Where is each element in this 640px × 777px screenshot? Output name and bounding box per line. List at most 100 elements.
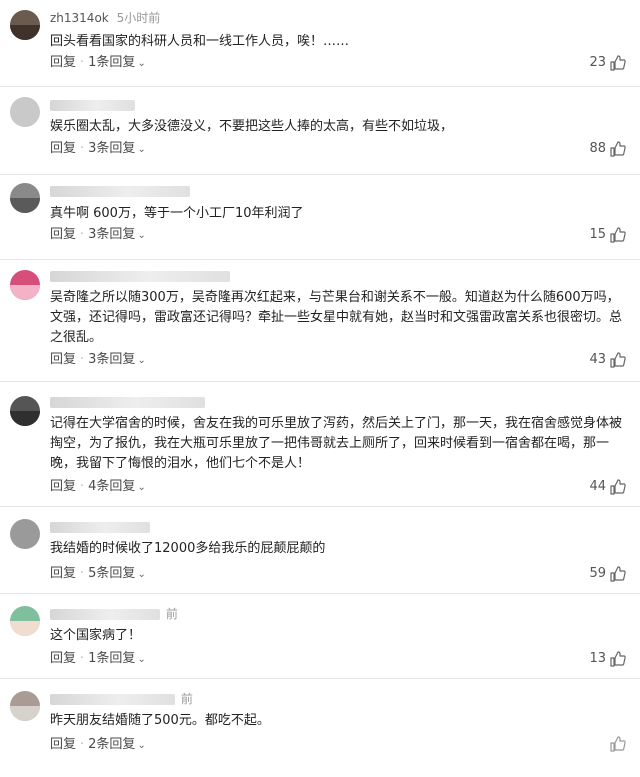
replies-count: 5条回复 (88, 566, 136, 581)
comment-text: 记得在大学宿舍的时候，舍友在我的可乐里放了泻药，然后关上了门，那一天，我在宿舍感… (50, 416, 623, 471)
user-avatar[interactable] (10, 691, 40, 721)
comment-time: 前 (180, 692, 193, 706)
comment-meta: 前 (50, 606, 178, 622)
comment-footer: 回复 · 4条回复 ⌄ 44 (50, 478, 626, 496)
replies-count: 1条回复 (88, 651, 136, 666)
replies-count: 1条回复 (88, 55, 136, 70)
comment-footer: 回复 · 3条回复 ⌄ 88 (50, 140, 626, 158)
like-button[interactable]: 43 (589, 351, 626, 369)
like-button[interactable]: 15 (589, 226, 626, 244)
chevron-down-icon: ⌄ (137, 144, 146, 155)
like-button[interactable]: 13 (589, 650, 626, 668)
comment-text: 我结婚的时候收了12000多给我乐的屁颠屁颠的 (50, 541, 326, 556)
chevron-down-icon: ⌄ (137, 569, 146, 580)
replies-toggle[interactable]: 2条回复 ⌄ (88, 737, 146, 752)
thumbs-up-icon (610, 55, 626, 71)
chevron-down-icon: ⌄ (137, 58, 146, 69)
user-avatar[interactable] (10, 270, 40, 300)
user-avatar[interactable] (10, 396, 40, 426)
chevron-down-icon: ⌄ (137, 230, 146, 241)
footer-dot: · (80, 141, 85, 156)
reply-button[interactable]: 回复 (50, 566, 76, 581)
comment-item: zh1314ok 5小时前 回头看看国家的科研人员和一线工作人员，唉！…… 回复… (0, 0, 640, 87)
footer-dot: · (80, 479, 85, 494)
like-count: 23 (589, 55, 606, 70)
like-count: 43 (589, 352, 606, 367)
comment-text: 这个国家病了！ (50, 628, 142, 643)
blurred-username (50, 397, 205, 408)
comment-meta (50, 183, 190, 199)
user-avatar[interactable] (10, 606, 40, 636)
comment-footer: 回复 · 3条回复 ⌄ 43 (50, 351, 626, 369)
comment-footer: 回复 · 3条回复 ⌄ 15 (50, 226, 626, 244)
like-button[interactable]: 59 (589, 565, 626, 583)
comment-meta: zh1314ok 5小时前 (50, 10, 160, 26)
replies-toggle[interactable]: 4条回复 ⌄ (88, 479, 146, 494)
comment-item: 我结婚的时候收了12000多给我乐的屁颠屁颠的 回复 · 5条回复 ⌄ 59 (0, 507, 640, 594)
comment-meta (50, 268, 230, 284)
user-avatar[interactable] (10, 519, 40, 549)
comment-item: 吴奇隆之所以随300万，吴奇隆再次红起来，与芒果台和谢关系不一般。知道赵为什么随… (0, 260, 640, 382)
comment-meta (50, 394, 205, 410)
replies-toggle[interactable]: 1条回复 ⌄ (88, 651, 146, 666)
footer-dot: · (80, 737, 85, 752)
chevron-down-icon: ⌄ (137, 482, 146, 493)
chevron-down-icon: ⌄ (137, 740, 146, 751)
comment-time: 前 (165, 607, 178, 621)
thumbs-up-icon (610, 566, 626, 582)
replies-toggle[interactable]: 1条回复 ⌄ (88, 55, 146, 70)
reply-button[interactable]: 回复 (50, 651, 76, 666)
comment-item: 前 昨天朋友结婚随了500元。都吃不起。 回复 · 2条回复 ⌄ (0, 679, 640, 777)
blurred-username (50, 100, 135, 111)
reply-button[interactable]: 回复 (50, 737, 76, 752)
comment-meta: 前 (50, 691, 193, 707)
thumbs-up-icon (610, 141, 626, 157)
comment-item: 记得在大学宿舍的时候，舍友在我的可乐里放了泻药，然后关上了门，那一天，我在宿舍感… (0, 382, 640, 507)
footer-dot: · (80, 566, 85, 581)
replies-toggle[interactable]: 5条回复 ⌄ (88, 566, 146, 581)
user-avatar[interactable] (10, 10, 40, 40)
like-count: 13 (589, 651, 606, 666)
like-button[interactable]: 23 (589, 54, 626, 72)
replies-count: 2条回复 (88, 737, 136, 752)
replies-count: 3条回复 (88, 352, 136, 367)
blurred-username (50, 522, 150, 533)
reply-button[interactable]: 回复 (50, 227, 76, 242)
replies-toggle[interactable]: 3条回复 ⌄ (88, 352, 146, 367)
chevron-down-icon: ⌄ (137, 355, 146, 366)
replies-toggle[interactable]: 3条回复 ⌄ (88, 227, 146, 242)
like-button[interactable]: 44 (589, 478, 626, 496)
comment-meta (50, 97, 135, 113)
like-count: 15 (589, 227, 606, 242)
username[interactable]: zh1314ok (50, 11, 109, 25)
reply-button[interactable]: 回复 (50, 55, 76, 70)
blurred-username (50, 271, 230, 282)
user-avatar[interactable] (10, 183, 40, 213)
reply-button[interactable]: 回复 (50, 352, 76, 367)
thumbs-up-icon (610, 736, 626, 752)
comment-item: 娱乐圈太乱，大多没德没义，不要把这些人捧的太高，有些不如垃圾， 回复 · 3条回复 ⌄… (0, 87, 640, 175)
like-button[interactable]: 88 (589, 140, 626, 158)
user-avatar[interactable] (10, 97, 40, 127)
comment-item: 真牛啊 600万，等于一个小工厂10年利润了 回复 · 3条回复 ⌄ 15 (0, 175, 640, 260)
comment-text: 真牛啊 600万，等于一个小工厂10年利润了 (50, 206, 304, 221)
comment-time: 5小时前 (116, 11, 161, 25)
thumbs-up-icon (610, 479, 626, 495)
like-button[interactable] (606, 736, 626, 752)
replies-count: 4条回复 (88, 479, 136, 494)
chevron-down-icon: ⌄ (137, 654, 146, 665)
footer-dot: · (80, 227, 85, 242)
comment-text: 昨天朋友结婚随了500元。都吃不起。 (50, 713, 270, 728)
comment-text: 娱乐圈太乱，大多没德没义，不要把这些人捧的太高，有些不如垃圾， (50, 119, 454, 134)
replies-toggle[interactable]: 3条回复 ⌄ (88, 141, 146, 156)
blurred-username (50, 609, 160, 620)
footer-dot: · (80, 55, 85, 70)
replies-count: 3条回复 (88, 141, 136, 156)
reply-button[interactable]: 回复 (50, 479, 76, 494)
footer-dot: · (80, 651, 85, 666)
comment-meta (50, 519, 150, 535)
comment-footer: 回复 · 2条回复 ⌄ (50, 736, 626, 754)
comment-footer: 回复 · 5条回复 ⌄ 59 (50, 565, 626, 583)
reply-button[interactable]: 回复 (50, 141, 76, 156)
footer-dot: · (80, 352, 85, 367)
